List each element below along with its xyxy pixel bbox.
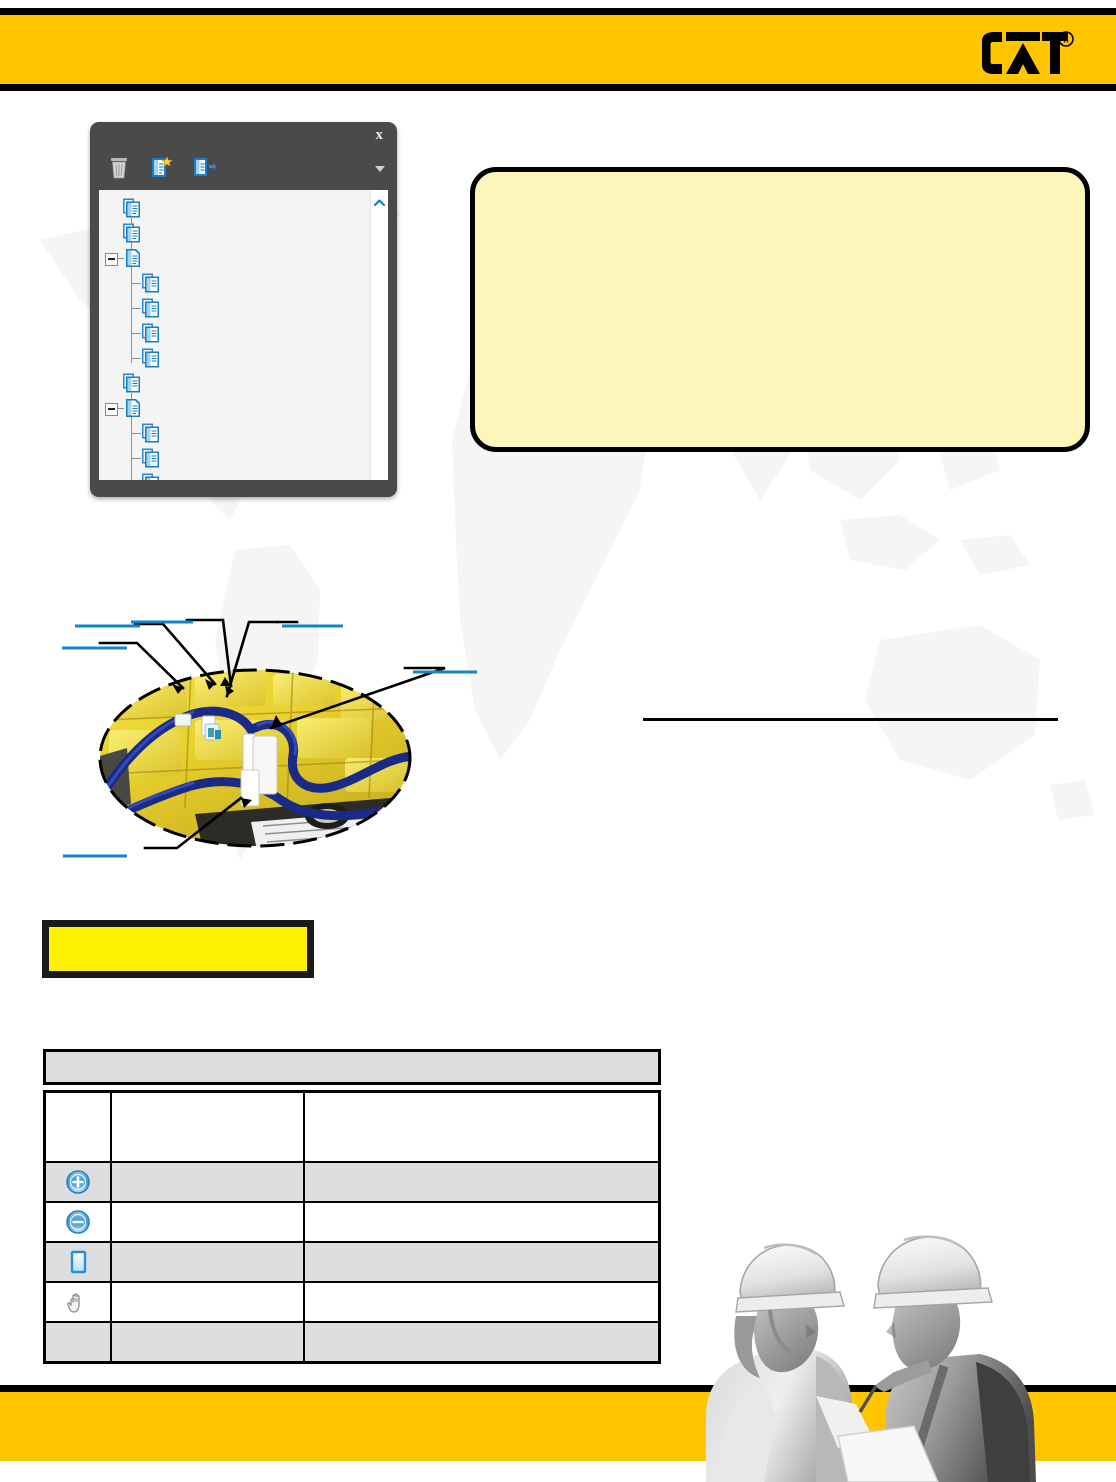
tree-node[interactable] [99,246,388,271]
new-document-icon[interactable] [148,155,174,181]
zoom-out-icon [63,1207,93,1237]
document-pair-icon [141,473,161,480]
zoom-window-icon [63,1247,93,1277]
table-header-name [110,1090,305,1163]
highlight-strip [42,920,314,978]
tree-node[interactable] [99,396,388,421]
note-callout-box [470,167,1090,452]
tree-connector [131,283,141,284]
document-pair-icon [141,323,161,343]
table-cell-description [303,1321,661,1364]
zoom-in-icon [63,1167,93,1197]
table-row [43,1241,661,1283]
tree-connector [131,333,141,334]
table-row [43,1161,661,1203]
table-row [43,1281,661,1323]
table-cell-name [110,1321,305,1364]
document-tree-dialog[interactable]: x [90,122,397,497]
document-single-icon [123,248,143,268]
overflow-caret-icon[interactable] [375,166,385,172]
table-cell-name [110,1201,305,1243]
document-pair-icon [141,448,161,468]
tree-connector [131,358,141,359]
delete-icon[interactable] [106,155,132,181]
document-pair-icon [122,223,142,243]
table-cell-icon [43,1281,112,1323]
scroll-up-chevron-icon[interactable] [373,194,386,207]
table-cell-icon [43,1161,112,1203]
tree-node[interactable] [99,221,388,246]
tree-node[interactable] [99,296,388,321]
svg-text:R: R [1063,35,1069,45]
tree-node[interactable] [99,446,388,471]
tree-connector [131,308,141,309]
export-document-icon[interactable] [191,155,217,181]
table-header-description [303,1090,661,1163]
header-band: R [0,8,1116,91]
table-cell-description [303,1281,661,1323]
document-pair-icon [122,198,142,218]
tree-list [99,190,388,480]
cat-logo: R [978,31,1074,83]
table-cell-name [110,1241,305,1283]
table-header-icon [43,1090,112,1163]
dialog-titlebar: x [90,122,397,155]
document-pair-icon [141,273,161,293]
table-caption [43,1049,661,1085]
table-cell-icon [43,1241,112,1283]
document-pair-icon [141,348,161,368]
note-callout-text [475,172,1085,216]
table-header-row [43,1090,661,1163]
collapse-toggle-icon[interactable] [105,403,118,416]
table-cell-description [303,1241,661,1283]
document-pair-icon [141,423,161,443]
collapse-toggle-icon[interactable] [105,253,118,266]
table-row [43,1201,661,1243]
table-row [43,1321,661,1364]
pan-hand-icon [63,1287,93,1317]
tree-body [99,190,388,480]
table-cell-name [110,1161,305,1203]
document-pair-icon [141,298,161,318]
tree-connector [131,458,141,459]
tree-node[interactable] [99,196,388,221]
operations-table [43,1090,661,1364]
table-cell-description [303,1201,661,1243]
operations-table-wrapper [43,1049,661,1364]
dialog-toolbar [90,155,397,187]
tree-node[interactable] [99,421,388,446]
tree-node[interactable] [99,346,388,371]
tree-node[interactable] [99,471,388,480]
tree-node[interactable] [99,371,388,396]
tree-scrollbar[interactable] [370,190,388,480]
tree-connector [131,433,141,434]
table-cell-name [110,1281,305,1323]
page-root: R x [0,0,1116,1482]
close-icon[interactable]: x [376,127,384,144]
tree-node[interactable] [99,271,388,296]
table-cell-icon [43,1321,112,1364]
document-single-icon [123,398,143,418]
table-cell-icon [43,1201,112,1243]
section-heading-rule [643,718,1058,721]
tree-node[interactable] [99,321,388,346]
table-cell-description [303,1161,661,1203]
workers-photo [688,1186,1060,1482]
document-pair-icon [122,373,142,393]
machine-component-figure [45,608,515,888]
highlight-strip-text [49,927,307,945]
